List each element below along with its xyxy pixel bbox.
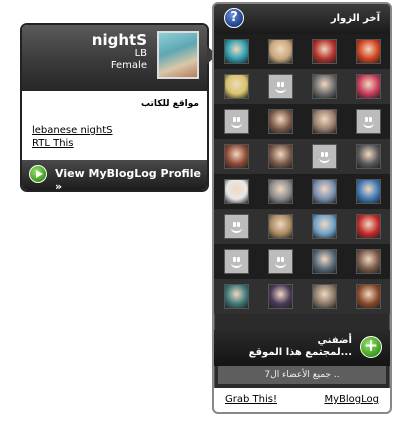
default-avatar-icon[interactable]: [223, 109, 249, 134]
mybloglog-link[interactable]: MyBlogLog: [324, 394, 379, 405]
reader-avatar[interactable]: [311, 109, 337, 134]
reader-avatar[interactable]: [355, 249, 381, 274]
reader-avatar-cell[interactable]: [258, 209, 302, 244]
reader-avatar-cell[interactable]: [302, 104, 346, 139]
reader-avatar[interactable]: [223, 179, 249, 204]
reader-avatar-cell[interactable]: [302, 34, 346, 69]
reader-avatar-cell[interactable]: [258, 244, 302, 279]
reader-avatar[interactable]: [223, 39, 249, 64]
reader-avatar[interactable]: [355, 39, 381, 64]
reader-avatar[interactable]: [223, 144, 249, 169]
reader-avatar-cell[interactable]: [258, 174, 302, 209]
reader-avatar-cell[interactable]: [302, 244, 346, 279]
plus-icon: +: [360, 336, 382, 358]
view-profile-label: View MyBlogLog Profile »: [55, 167, 201, 192]
reader-avatar-cell[interactable]: [346, 104, 390, 139]
reader-avatar-cell[interactable]: [302, 174, 346, 209]
all-members-link[interactable]: جميع الأعضاء ال7 ..: [218, 366, 386, 384]
site-link-lebanese-nights[interactable]: lebanese nightS: [32, 125, 113, 136]
profile-photo[interactable]: [157, 31, 199, 79]
default-avatar-icon[interactable]: [355, 109, 381, 134]
reader-avatar-cell[interactable]: [346, 279, 390, 314]
profile-sites: مواقع للكاتب lebanese nightS RTL This: [22, 91, 207, 164]
reader-avatar[interactable]: [311, 214, 337, 239]
reader-avatar[interactable]: [267, 109, 293, 134]
reader-avatar[interactable]: [311, 179, 337, 204]
reader-avatar-cell[interactable]: [346, 34, 390, 69]
reader-avatar[interactable]: [355, 179, 381, 204]
widget-footer: Grab This! MyBlogLog: [214, 388, 390, 412]
reader-avatar-cell[interactable]: [346, 244, 390, 279]
profile-country: LB: [134, 48, 147, 59]
reader-avatar[interactable]: [355, 284, 381, 309]
default-avatar-icon[interactable]: [311, 144, 337, 169]
reader-avatar[interactable]: [355, 144, 381, 169]
reader-avatar-cell[interactable]: [214, 244, 258, 279]
default-avatar-icon[interactable]: [223, 214, 249, 239]
reader-avatar-cell[interactable]: [214, 174, 258, 209]
reader-avatar-cell[interactable]: [346, 69, 390, 104]
reader-avatar-cell[interactable]: [258, 34, 302, 69]
reader-avatar-cell[interactable]: [302, 279, 346, 314]
reader-avatar-cell[interactable]: [214, 104, 258, 139]
play-icon: [29, 165, 47, 183]
reader-avatar-cell[interactable]: [258, 139, 302, 174]
reader-avatar[interactable]: [223, 284, 249, 309]
reader-avatar[interactable]: [311, 39, 337, 64]
reader-avatar-cell[interactable]: [346, 174, 390, 209]
reader-avatar-cell[interactable]: [214, 69, 258, 104]
default-avatar-icon[interactable]: [267, 74, 293, 99]
view-profile-button[interactable]: View MyBlogLog Profile »: [22, 160, 207, 190]
join-text: أضفني لمجتمع هذا الموقع...: [248, 335, 352, 358]
reader-avatar-cell[interactable]: [214, 209, 258, 244]
sites-heading: مواقع للكاتب: [140, 99, 199, 109]
reader-avatar[interactable]: [311, 74, 337, 99]
reader-avatar[interactable]: [311, 249, 337, 274]
reader-avatar[interactable]: [267, 284, 293, 309]
default-avatar-icon[interactable]: [267, 249, 293, 274]
profile-header: nightS LB Female: [22, 25, 207, 91]
reader-avatar[interactable]: [223, 74, 249, 99]
reader-avatar-cell[interactable]: [302, 209, 346, 244]
join-community-button[interactable]: + أضفني لمجتمع هذا الموقع...: [214, 330, 390, 366]
profile-gender: Female: [110, 60, 147, 71]
reader-avatar-cell[interactable]: [346, 139, 390, 174]
reader-avatar-cell[interactable]: [258, 69, 302, 104]
reader-avatar[interactable]: [267, 144, 293, 169]
reader-avatar-cell[interactable]: [214, 279, 258, 314]
reader-avatar-cell[interactable]: [258, 104, 302, 139]
reader-avatar[interactable]: [355, 74, 381, 99]
reader-avatar-cell[interactable]: [302, 139, 346, 174]
widget-header: ? آخر الزوار: [214, 4, 390, 34]
reader-avatar[interactable]: [267, 214, 293, 239]
widget-title: آخر الزوار: [330, 13, 380, 24]
help-icon[interactable]: ?: [224, 8, 244, 28]
recent-readers-widget: ? آخر الزوار + أضفني لمجتمع هذا الموقع..…: [212, 2, 392, 414]
reader-avatar[interactable]: [267, 179, 293, 204]
reader-avatar-cell[interactable]: [258, 279, 302, 314]
grab-this-link[interactable]: Grab This!: [225, 394, 277, 405]
reader-avatar-cell[interactable]: [302, 69, 346, 104]
reader-avatar[interactable]: [311, 284, 337, 309]
reader-avatar[interactable]: [267, 39, 293, 64]
reader-avatar[interactable]: [355, 214, 381, 239]
reader-avatar-cell[interactable]: [214, 139, 258, 174]
profile-name: nightS: [91, 31, 147, 49]
default-avatar-icon[interactable]: [223, 249, 249, 274]
site-link-rtl-this[interactable]: RTL This: [32, 138, 74, 149]
avatar-grid: [214, 34, 390, 314]
reader-avatar-cell[interactable]: [214, 34, 258, 69]
reader-avatar-cell[interactable]: [346, 209, 390, 244]
profile-popup: nightS LB Female مواقع للكاتب lebanese n…: [20, 23, 209, 192]
